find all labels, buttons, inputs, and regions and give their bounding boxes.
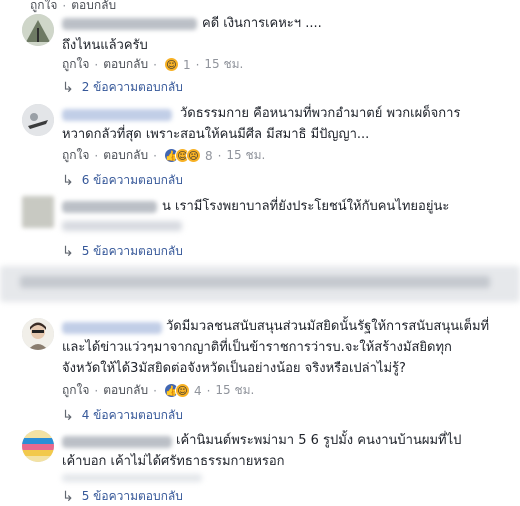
author-name-blurred[interactable]	[62, 322, 162, 334]
blurred-text	[20, 276, 490, 288]
comment-actions: ถูกใจ · ตอบกลับ · ☺ 1 · 15 ชม.	[62, 55, 243, 74]
blurred-actions	[62, 221, 182, 231]
author-name-blurred[interactable]	[62, 18, 197, 30]
comment-text-line: น เรามีโรงพยาบาลที่ยังประโยชน์ให้กับคนไท…	[162, 199, 450, 214]
like-link[interactable]: ถูกใจ	[62, 146, 89, 165]
reply-arrow-icon: ↳	[62, 79, 74, 96]
timestamp[interactable]: 15 ชม.	[226, 146, 265, 165]
replies-count-label: 5 ข้อความตอบกลับ	[81, 489, 183, 503]
reactions[interactable]: 👍 ☺ 4	[163, 383, 202, 398]
author-name-blurred[interactable]	[62, 109, 172, 121]
author-name-blurred[interactable]	[62, 201, 157, 213]
reaction-count: 8	[204, 148, 213, 163]
like-link[interactable]: ถูกใจ	[62, 381, 89, 400]
view-replies-link[interactable]: ↳ 2 ข้อความตอบกลับ	[62, 78, 183, 97]
reply-link[interactable]: ตอบกลับ	[103, 55, 148, 74]
comment-actions: ถูกใจ · ตอบกลับ · 👍 ☺ ☹ 8 · 15 ชม.	[62, 146, 265, 165]
reply-arrow-icon: ↳	[62, 488, 74, 505]
top-reply-link[interactable]: ตอบกลับ	[71, 0, 116, 15]
replies-count-label: 4 ข้อความตอบกลับ	[81, 408, 183, 422]
top-actions-row: ถูกใจ · ตอบกลับ	[30, 0, 116, 15]
replies-count-label: 5 ข้อความตอบกลับ	[81, 244, 183, 258]
author-name-blurred[interactable]	[62, 436, 172, 448]
reaction-count: 1	[182, 57, 191, 72]
avatar[interactable]	[22, 318, 54, 350]
comment-text-line: จังหวัดให้ได้3มัสยิดต่อจังหวัดเป็นอย่างน…	[62, 361, 406, 376]
reply-link[interactable]: ตอบกลับ	[103, 146, 148, 165]
comment-text-line: เค้านิมนต์พระพม่ามา 5 6 รูปมั้ง คนงานบ้า…	[176, 433, 462, 448]
comment-text-line: วัดธรรมกาย คือหนามที่พวกอำมาตย์ พวกเผด็จ…	[180, 106, 461, 121]
comment-text-line: เค้าบอก เค้าไม่ได้ศรัทธาธรรมกายหรอก	[62, 454, 285, 469]
like-link[interactable]: ถูกใจ	[62, 55, 89, 74]
reaction-count: 4	[193, 383, 202, 398]
view-replies-link[interactable]: ↳ 5 ข้อความตอบกลับ	[62, 242, 183, 261]
reactions[interactable]: ☺ 1	[163, 57, 191, 72]
view-replies-link[interactable]: ↳ 6 ข้อความตอบกลับ	[62, 171, 183, 190]
comment-text-line: และได้ข่าวแว่วๆมาจากญาติที่เป็นข้าราชการ…	[62, 340, 452, 355]
reactions[interactable]: 👍 ☺ ☹ 8	[163, 148, 213, 163]
timestamp[interactable]: 15 ชม.	[215, 381, 254, 400]
replies-count-label: 6 ข้อความตอบกลับ	[81, 173, 183, 187]
blurred-actions	[62, 474, 202, 482]
reply-link[interactable]: ตอบกลับ	[103, 381, 148, 400]
timestamp[interactable]: 15 ชม.	[204, 55, 243, 74]
reply-arrow-icon: ↳	[62, 407, 74, 424]
comment-text-line: คดี เงินการเคหะฯ ....	[202, 16, 322, 31]
avatar[interactable]	[22, 430, 54, 462]
comment-text-line: วัดมีมวลชนสนับสนุนส่วนมัสยิดนั้นรัฐให้กา…	[166, 319, 490, 334]
avatar[interactable]	[22, 104, 54, 136]
comment-text-line: หวาดกลัวที่สุด เพราะสอนให้คนมีศีล มีสมาธ…	[62, 127, 370, 142]
reply-arrow-icon: ↳	[62, 243, 74, 260]
wow-reaction-icon: ☹	[185, 148, 201, 163]
reply-arrow-icon: ↳	[62, 172, 74, 189]
comment-text-line: ถึงไหนแล้วครับ	[62, 38, 148, 53]
avatar[interactable]	[22, 196, 54, 228]
comment-actions: ถูกใจ · ตอบกลับ · 👍 ☺ 4 · 15 ชม.	[62, 381, 254, 400]
avatar[interactable]	[22, 14, 54, 46]
replies-count-label: 2 ข้อความตอบกลับ	[81, 80, 183, 94]
view-replies-link[interactable]: ↳ 5 ข้อความตอบกลับ	[62, 487, 183, 506]
top-like-link[interactable]: ถูกใจ	[30, 0, 57, 15]
haha-reaction-icon: ☺	[174, 383, 190, 398]
haha-reaction-icon: ☺	[163, 57, 179, 72]
view-replies-link[interactable]: ↳ 4 ข้อความตอบกลับ	[62, 406, 183, 425]
